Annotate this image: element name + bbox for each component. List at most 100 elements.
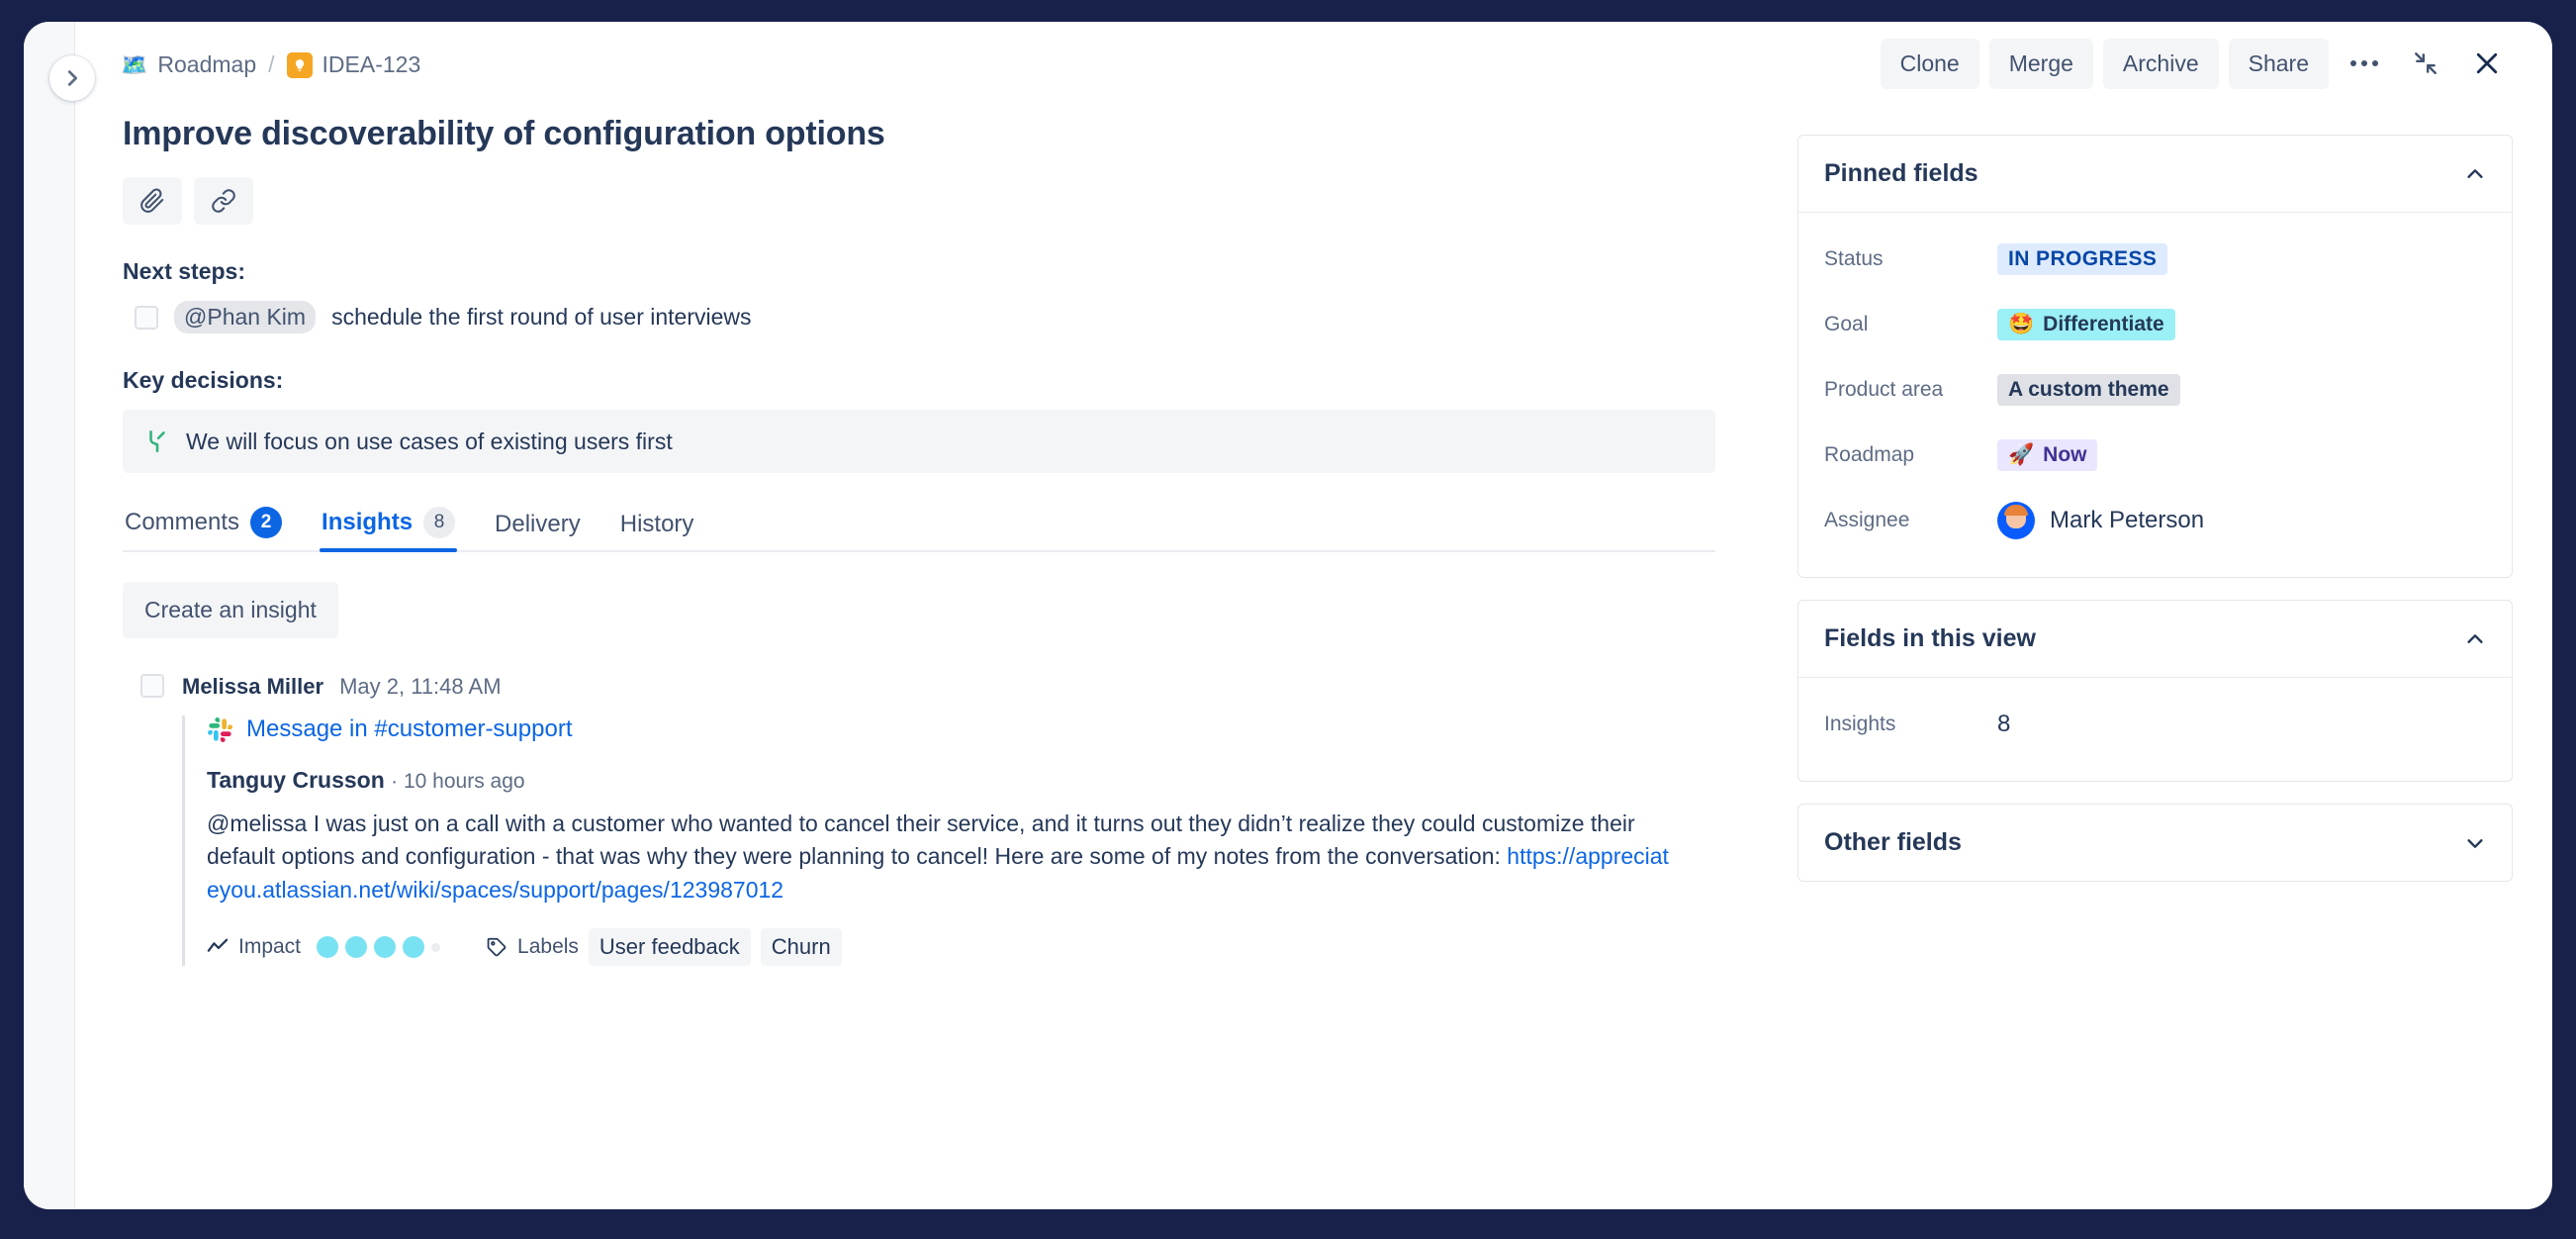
action-toolbar: Clone Merge Archive Share xyxy=(1881,38,2513,89)
close-button[interactable] xyxy=(2461,38,2513,89)
decision-text: We will focus on use cases of existing u… xyxy=(186,429,673,455)
field-goal-label: Goal xyxy=(1824,313,1997,336)
field-goal: Goal 🤩 Differentiate xyxy=(1824,292,2486,357)
avatar xyxy=(1997,502,2035,539)
insight-sub-author: Tanguy Crusson xyxy=(207,767,385,793)
fields-in-view-card: Fields in this view Insights 8 xyxy=(1797,600,2513,782)
paperclip-icon xyxy=(139,188,165,214)
idea-bulb-icon xyxy=(287,52,313,78)
tab-delivery[interactable]: Delivery xyxy=(493,511,583,550)
add-link-button[interactable] xyxy=(194,177,253,225)
field-roadmap: Roadmap 🚀 Now xyxy=(1824,423,2486,488)
insight-item: Melissa Miller May 2, 11:48 AM xyxy=(140,674,1752,966)
pinned-fields-body: Status IN PROGRESS Goal 🤩 Differentiate xyxy=(1798,212,2512,577)
impact-rating[interactable] xyxy=(317,936,440,958)
fields-in-view-header[interactable]: Fields in this view xyxy=(1798,601,2512,677)
other-fields-card: Other fields xyxy=(1797,804,2513,882)
more-horizontal-icon xyxy=(2350,60,2378,66)
breadcrumb-separator: / xyxy=(268,51,274,78)
insight-body: Melissa Miller May 2, 11:48 AM xyxy=(182,674,1752,966)
status-badge[interactable]: IN PROGRESS xyxy=(1997,243,2167,275)
breadcrumb: 🗺️ Roadmap / IDEA-123 xyxy=(121,40,420,78)
decision-branch-icon xyxy=(144,428,170,455)
field-status: Status IN PROGRESS xyxy=(1824,227,2486,292)
goal-value: Differentiate xyxy=(2043,313,2164,336)
minimize-icon xyxy=(2413,50,2438,76)
header-row: 🗺️ Roadmap / IDEA-123 xyxy=(121,40,1752,91)
other-fields-title: Other fields xyxy=(1824,828,1962,857)
next-step-text: schedule the first round of user intervi… xyxy=(331,304,751,331)
breadcrumb-idea-key[interactable]: IDEA-123 xyxy=(322,51,421,78)
map-icon: 🗺️ xyxy=(121,54,147,76)
label-chip-user-feedback[interactable]: User feedback xyxy=(589,928,751,966)
insight-header: Melissa Miller May 2, 11:48 AM xyxy=(182,674,1752,700)
insight-date: May 2, 11:48 AM xyxy=(339,674,501,700)
next-step-checkbox[interactable] xyxy=(135,306,158,330)
insight-sub-time: · 10 hours ago xyxy=(391,770,524,793)
goal-badge[interactable]: 🤩 Differentiate xyxy=(1997,309,2175,340)
share-button[interactable]: Share xyxy=(2229,39,2329,89)
insight-meta-row: Impact Labels User feedback xyxy=(207,928,1752,966)
tab-insights[interactable]: Insights 8 xyxy=(320,507,457,550)
field-assignee: Assignee Mark Peterson xyxy=(1824,488,2486,553)
tab-bar: Comments 2 Insights 8 Delivery History xyxy=(123,507,1715,552)
merge-button[interactable]: Merge xyxy=(1989,39,2093,89)
create-insight-button[interactable]: Create an insight xyxy=(123,582,338,638)
collapse-button[interactable] xyxy=(2400,38,2451,89)
insight-checkbox[interactable] xyxy=(140,674,164,698)
pinned-fields-title: Pinned fields xyxy=(1824,159,1978,188)
close-icon xyxy=(2472,48,2502,78)
archive-button[interactable]: Archive xyxy=(2103,39,2219,89)
field-product-area: Product area A custom theme xyxy=(1824,357,2486,423)
next-steps-label: Next steps: xyxy=(123,258,1752,285)
field-product-area-label: Product area xyxy=(1824,378,1997,402)
key-decisions-label: Key decisions: xyxy=(123,367,1752,394)
insight-source-link[interactable]: Message in #customer-support xyxy=(246,715,572,743)
chevron-right-icon xyxy=(61,67,83,89)
title-tools xyxy=(123,177,1752,225)
tab-insights-label: Insights xyxy=(322,509,413,536)
window-frame: Clone Merge Archive Share xyxy=(0,0,2576,1239)
tab-comments-label: Comments xyxy=(125,509,239,536)
tab-insights-count: 8 xyxy=(423,507,455,538)
tab-delivery-label: Delivery xyxy=(495,511,581,538)
more-options-button[interactable] xyxy=(2339,38,2390,89)
tag-icon xyxy=(486,936,507,958)
impact-group[interactable]: Impact xyxy=(207,935,440,959)
insight-source-line: Message in #customer-support xyxy=(207,715,1752,743)
assignee-value[interactable]: Mark Peterson xyxy=(1997,502,2204,539)
chevron-up-icon xyxy=(2464,163,2486,185)
field-status-label: Status xyxy=(1824,247,1997,271)
trend-up-icon xyxy=(207,936,229,958)
label-chip-churn[interactable]: Churn xyxy=(761,928,842,966)
roadmap-badge[interactable]: 🚀 Now xyxy=(1997,439,2097,471)
attach-file-button[interactable] xyxy=(123,177,182,225)
fields-in-view-body: Insights 8 xyxy=(1798,677,2512,781)
tab-history-label: History xyxy=(620,511,694,538)
field-insights-value: 8 xyxy=(1997,711,2010,738)
slack-icon xyxy=(207,716,233,743)
product-area-badge[interactable]: A custom theme xyxy=(1997,374,2180,406)
insight-text: @melissa I was just on a call with a cus… xyxy=(207,808,1671,906)
expand-sidebar-button[interactable] xyxy=(49,55,95,101)
decision-panel: We will focus on use cases of existing u… xyxy=(123,410,1715,473)
page-title: Improve discoverability of configuration… xyxy=(123,115,1752,153)
labels-label: Labels xyxy=(517,935,579,959)
field-assignee-label: Assignee xyxy=(1824,509,1997,532)
main-column: 🗺️ Roadmap / IDEA-123 Improve discoverab… xyxy=(121,40,1797,1209)
other-fields-header[interactable]: Other fields xyxy=(1798,805,2512,881)
content-region: Clone Merge Archive Share xyxy=(75,22,2552,1209)
pinned-fields-header[interactable]: Pinned fields xyxy=(1798,136,2512,212)
breadcrumb-project-link[interactable]: Roadmap xyxy=(157,51,256,78)
fields-in-view-title: Fields in this view xyxy=(1824,624,2036,653)
pinned-fields-card: Pinned fields Status IN PROGRESS Goal xyxy=(1797,135,2513,578)
link-icon xyxy=(211,188,236,214)
tab-comments[interactable]: Comments 2 xyxy=(123,507,284,550)
mention-chip[interactable]: @Phan Kim xyxy=(174,301,316,334)
field-insights-label: Insights xyxy=(1824,713,1997,736)
clone-button[interactable]: Clone xyxy=(1881,39,1979,89)
insight-sub-author-line: Tanguy Crusson · 10 hours ago xyxy=(207,767,1752,794)
tab-history[interactable]: History xyxy=(618,511,696,550)
insight-text-body: @melissa I was just on a call with a cus… xyxy=(207,810,1635,869)
chevron-up-icon xyxy=(2464,628,2486,650)
